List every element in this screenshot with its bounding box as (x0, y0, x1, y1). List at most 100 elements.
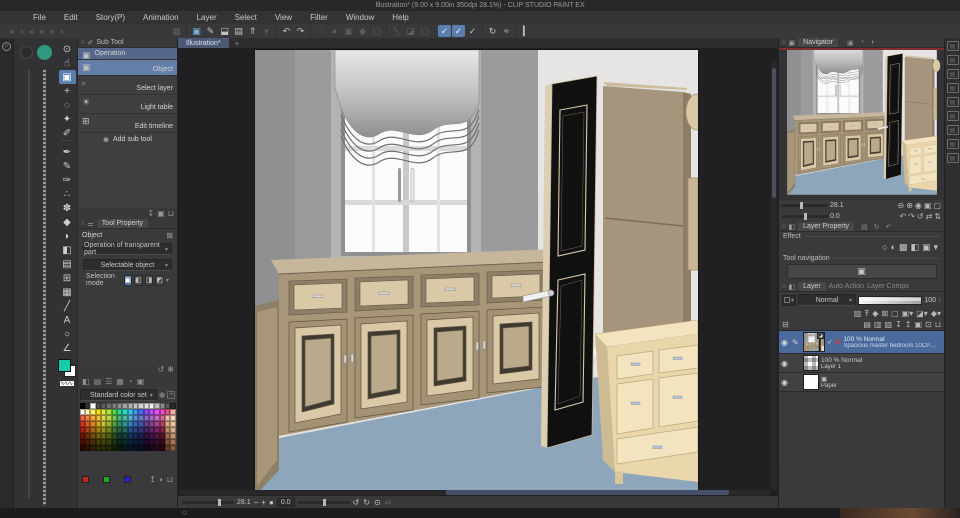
material-folder-icon[interactable]: ▤ (946, 55, 959, 65)
selection-tool[interactable]: ◌ (59, 98, 76, 112)
merge-visible-icon[interactable]: ▣ (914, 320, 922, 329)
extract-line-icon[interactable]: ▣ (922, 242, 931, 253)
layer-row-layer1[interactable]: ◉ 100 % Normal Layer 1 (779, 354, 944, 373)
menu-item[interactable]: Window (337, 13, 383, 22)
navigator-header[interactable]: ≡ ▣ Navigator ▣ ◔ ◑ (779, 38, 944, 48)
recent-color-chip[interactable] (103, 476, 110, 483)
pen-tool[interactable]: ✒ (59, 145, 76, 159)
fit-to-width-icon[interactable]: ▢ (933, 201, 941, 210)
fill-area-icon[interactable]: ◪ (404, 25, 417, 37)
layer-property-header[interactable]: ≡ ◧ Layer Property ▤ ↻ ↶ (779, 222, 944, 232)
eyedropper-tool[interactable]: ✐ (59, 126, 76, 140)
selection-mode-new[interactable]: ▣ (123, 274, 133, 286)
reselect-icon[interactable]: ● (328, 25, 341, 37)
quick-access-icon[interactable]: ⌕ (2, 42, 11, 51)
zoom-out-icon[interactable]: ⊖ (897, 201, 904, 210)
subtool-panel-header[interactable]: ≡ ✐ Sub Tool (78, 38, 177, 48)
new-file-icon[interactable]: ▣ (190, 25, 203, 37)
airbrush-tool[interactable]: ∴ (59, 187, 76, 201)
recent-color-chip[interactable] (124, 476, 131, 483)
color-slider-tab-icon[interactable]: ▤ (94, 377, 102, 386)
material-folder-icon[interactable]: ▤ (946, 125, 959, 135)
object-tool[interactable]: ▣ (58, 70, 76, 84)
menu-item[interactable]: Select (226, 13, 266, 22)
subview-tab-icon[interactable]: ▣ (847, 39, 854, 47)
effect-more-icon[interactable]: ▾ (933, 242, 938, 253)
lock-layer-icon[interactable]: ◆ (872, 309, 878, 318)
layer-color-effect-icon[interactable]: ▩ (899, 242, 908, 253)
palette-color-chip[interactable]: ▾ (782, 294, 796, 306)
tab-icon-2[interactable]: ↻ (874, 223, 880, 231)
tab-layer-comps[interactable]: Layer Comps (867, 283, 909, 290)
visibility-eye-icon[interactable]: ◉ (781, 359, 790, 368)
zoom-out-button[interactable]: − (254, 498, 259, 507)
auto-select-tool[interactable]: ✦ (59, 112, 76, 126)
flip-horizontal-icon[interactable]: ⇄ (926, 212, 933, 221)
rotate-right-icon[interactable]: ↻ (363, 498, 370, 507)
search-layer-tab-icon[interactable]: ▤ (861, 223, 868, 231)
canvas-tab[interactable]: Illustration* (178, 38, 229, 48)
rotation-slider-handle[interactable] (322, 498, 326, 506)
vertical-scrollbar[interactable] (771, 60, 777, 490)
navigator-preview[interactable] (779, 50, 944, 200)
chevron-down-icon[interactable]: ▾ (166, 277, 169, 284)
rotation-slider[interactable] (297, 498, 350, 506)
tool-property-header[interactable]: ≡ ⚌ Tool Property (78, 219, 177, 229)
figure-tool[interactable]: ⊞ (59, 271, 76, 285)
delete-layer-icon[interactable]: ⊔ (935, 320, 941, 329)
reference-layer-icon[interactable]: ▣▾ (902, 309, 914, 318)
gradient-tool[interactable]: ▤ (59, 257, 76, 271)
rotate-right-icon[interactable]: ↷ (908, 212, 915, 221)
layer-thumbnail[interactable]: ◪ (803, 332, 825, 352)
layer-thumbnail[interactable] (803, 374, 819, 390)
selection-mode-subtract[interactable]: ◨ (144, 274, 154, 286)
border-icon[interactable]: ╲ (390, 25, 403, 37)
menu-item[interactable]: Layer (188, 13, 226, 22)
subtool-item-object[interactable]: ▣ Object (78, 60, 177, 76)
lock-icon[interactable]: ⊠ (166, 231, 173, 240)
tab-layer[interactable]: Layer (798, 282, 826, 291)
layer-thumbnail[interactable] (803, 355, 819, 371)
smoothing-icon[interactable]: ≈ (500, 25, 513, 37)
opacity-stepper[interactable]: ↕ (938, 297, 941, 303)
replace-color-icon[interactable]: ◗ (159, 475, 164, 484)
create-mask-icon[interactable]: ⊡ (925, 320, 932, 329)
rotate-view-icon[interactable]: ↻ (486, 25, 499, 37)
delete-color-icon[interactable]: ⊔ (167, 475, 173, 484)
save-icon[interactable]: ⬓ (218, 25, 231, 37)
separator[interactable]: | (514, 25, 519, 37)
opacity-slider[interactable] (858, 295, 923, 305)
foreground-color-swatch[interactable] (58, 359, 71, 372)
open-icon[interactable]: ▤ (232, 25, 245, 37)
fit-button[interactable]: ● (269, 498, 274, 507)
hand-tool[interactable]: ☝ (59, 56, 76, 70)
undo-icon[interactable]: ↶ (280, 25, 293, 37)
color-history-tab-icon[interactable]: ▣ (137, 377, 145, 386)
new-raster-layer-icon[interactable]: ▤ (863, 320, 871, 329)
zoom-in-button[interactable]: + (261, 498, 266, 507)
selectable-object-dropdown[interactable]: Selectable object ▾ (83, 259, 172, 271)
menu-item[interactable]: File (24, 13, 55, 22)
new-folder-icon[interactable]: ▧ (885, 320, 893, 329)
expand-selection-icon[interactable]: ◆ (356, 25, 369, 37)
pencil-tool[interactable]: ✎ (59, 159, 76, 173)
color-set-dropdown[interactable]: Standard color set ▾ (80, 389, 157, 401)
navigator-rotate-slider[interactable] (782, 213, 828, 220)
export-icon[interactable]: ⇑ (246, 25, 259, 37)
zoom-tool[interactable]: ⊙ (59, 42, 76, 56)
horizontal-scrollbar-handle[interactable] (445, 490, 729, 495)
layer-row-3d-bedroom[interactable]: ◉ ✎ ◪ ✓ ✕ 100 % Normal Spacious master b… (779, 331, 944, 354)
material-folder-icon[interactable]: ▤ (946, 111, 959, 121)
transparent-part-dropdown[interactable]: Operation of transparent part ▾ (83, 242, 172, 256)
visibility-eye-icon[interactable]: ◉ (781, 338, 790, 347)
wrench-icon[interactable]: ✻ (159, 391, 166, 400)
balloon-tool[interactable]: ○ (59, 327, 76, 341)
zoom-slider-handle[interactable] (218, 498, 221, 506)
new-canvas-tab-button[interactable]: + (235, 39, 240, 48)
change-panel-icon[interactable]: ⊟ (782, 320, 789, 329)
intermediate-color-tab-icon[interactable]: ▦ (116, 377, 124, 386)
zoom-slider[interactable] (182, 498, 234, 506)
frame-border-tool[interactable]: ▦ (59, 285, 76, 299)
reset-property-icon[interactable]: ↺ (158, 365, 165, 374)
add-subtool-button[interactable]: ⊕ Add sub tool (78, 133, 177, 146)
